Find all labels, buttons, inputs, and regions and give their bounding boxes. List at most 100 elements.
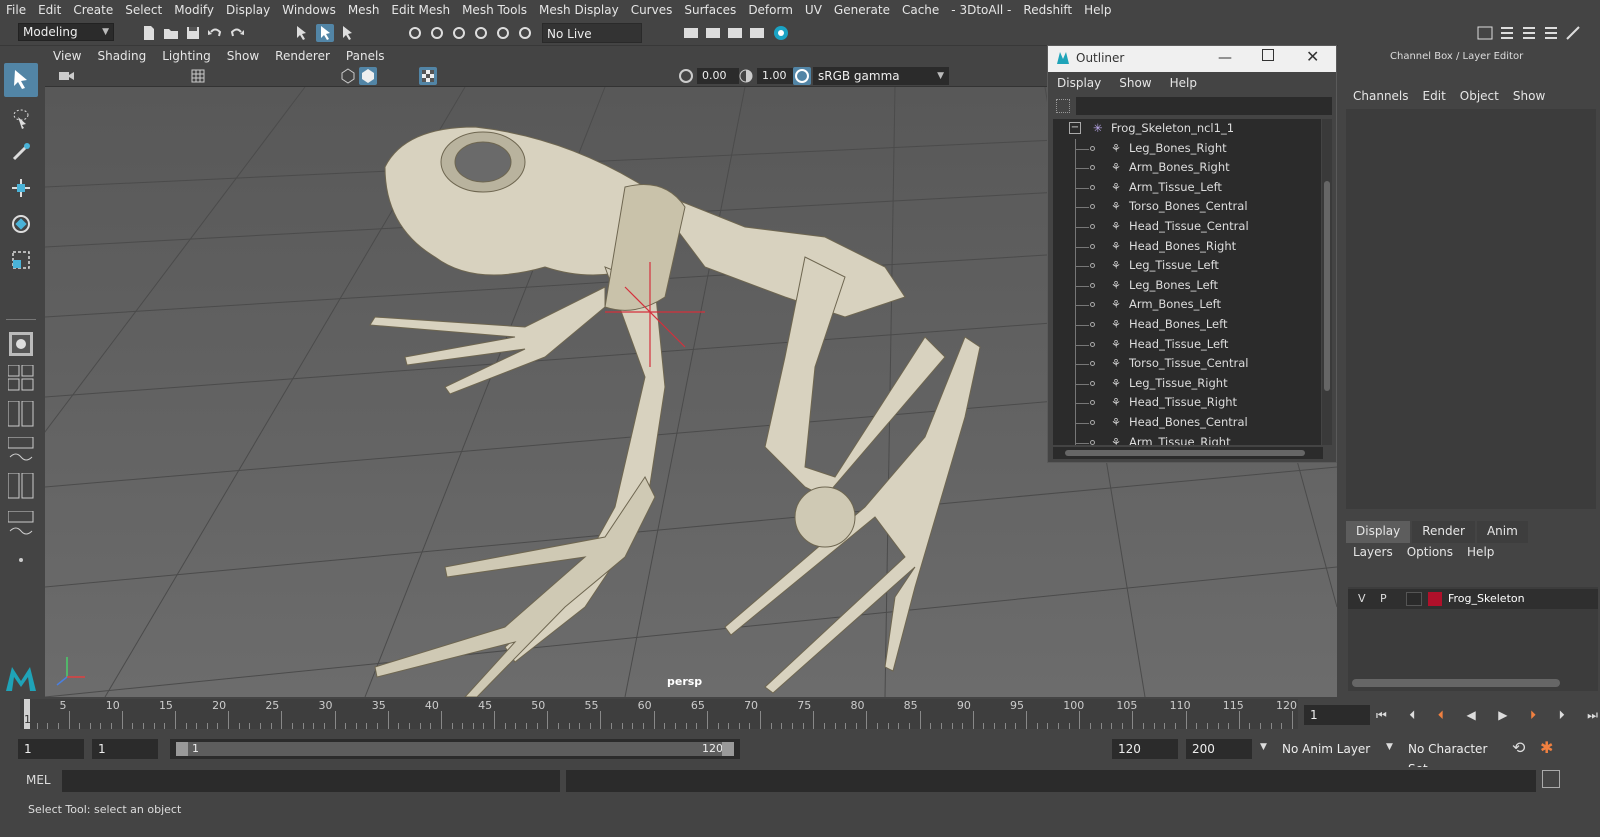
outliner-menu-help[interactable]: Help <box>1161 76 1206 90</box>
outliner-item[interactable]: ⚘ Leg_Bones_Left <box>1053 275 1321 296</box>
viewport-menu-show[interactable]: Show <box>219 49 267 63</box>
viewport-menu-panels[interactable]: Panels <box>338 49 393 63</box>
outliner-item[interactable]: ⚘ Torso_Bones_Central <box>1053 197 1321 218</box>
maximize-icon[interactable] <box>1262 49 1274 61</box>
anim-layer-select[interactable]: No Anim Layer <box>1276 739 1396 759</box>
outliner-graph-icon[interactable] <box>7 510 34 537</box>
layer-menu-layers[interactable]: Layers <box>1346 545 1400 559</box>
outliner-menu-show[interactable]: Show <box>1110 76 1160 90</box>
grid-toggle-icon[interactable] <box>189 67 207 85</box>
snap-projected-icon[interactable] <box>472 24 490 42</box>
character-set-select[interactable]: No Character Set <box>1402 739 1506 776</box>
play-forward-icon[interactable]: ▶ <box>1498 708 1507 722</box>
four-view-icon[interactable] <box>7 364 34 391</box>
menu-help[interactable]: Help <box>1078 3 1117 17</box>
outliner-item[interactable]: ⚘ Leg_Tissue_Left <box>1053 256 1321 277</box>
mel-label[interactable]: MEL <box>26 773 51 787</box>
menu-deform[interactable]: Deform <box>742 3 799 17</box>
outliner-item[interactable]: ⚘ Arm_Bones_Left <box>1053 295 1321 316</box>
anim-prefs-icon[interactable]: ✱ <box>1540 738 1553 757</box>
playback-start-field[interactable]: 1 <box>92 739 158 759</box>
expand-dot-icon[interactable] <box>1090 400 1095 406</box>
wireframe-icon[interactable] <box>339 67 357 85</box>
channel-menu-object[interactable]: Object <box>1453 89 1506 103</box>
menu-3dtoall[interactable]: - 3DtoAll - <box>945 3 1017 17</box>
side-by-side-icon[interactable] <box>7 400 34 427</box>
modeling-toolkit-icon[interactable] <box>1564 24 1582 42</box>
snap-grid-icon[interactable] <box>406 24 424 42</box>
filter-icon[interactable] <box>1056 99 1070 113</box>
menu-select[interactable]: Select <box>119 3 168 17</box>
render-frame-icon[interactable] <box>704 24 722 42</box>
snap-curve-icon[interactable] <box>428 24 446 42</box>
expand-dot-icon[interactable] <box>1090 263 1095 269</box>
tab-render[interactable]: Render <box>1412 521 1475 543</box>
channel-menu-show[interactable]: Show <box>1506 89 1552 103</box>
undo-icon[interactable] <box>206 24 224 42</box>
menu-cache[interactable]: Cache <box>896 3 945 17</box>
expand-dot-icon[interactable] <box>1090 322 1095 327</box>
menu-edit[interactable]: Edit <box>32 3 67 17</box>
range-start-grip[interactable] <box>176 742 188 756</box>
live-surface-field[interactable]: No Live Surface <box>542 23 642 61</box>
outliner-item[interactable]: ⚘ Arm_Tissue_Left <box>1053 177 1321 198</box>
menu-surfaces[interactable]: Surfaces <box>678 3 742 17</box>
scale-tool-icon[interactable] <box>4 243 38 277</box>
tab-display[interactable]: Display <box>1346 521 1411 543</box>
expand-dot-icon[interactable] <box>1090 420 1095 425</box>
expand-dot-icon[interactable] <box>1090 439 1095 445</box>
expand-dot-icon[interactable] <box>1090 243 1095 249</box>
menu-create[interactable]: Create <box>67 3 119 17</box>
tab-anim[interactable]: Anim <box>1476 521 1528 543</box>
make-live-icon[interactable] <box>516 24 534 42</box>
scrollbar-thumb[interactable] <box>1065 450 1305 456</box>
outliner-item[interactable]: ⚘ Head_Bones_Left <box>1053 315 1321 335</box>
layer-playback[interactable]: P <box>1380 592 1387 605</box>
range-handle[interactable]: 1 120 <box>176 742 734 756</box>
outliner-hscrollbar[interactable] <box>1053 447 1323 459</box>
expand-dot-icon[interactable] <box>1090 361 1095 367</box>
step-back-key-icon[interactable]: ⏴ <box>1438 708 1444 723</box>
animation-end-field[interactable]: 200 <box>1186 739 1252 759</box>
expand-dot-icon[interactable] <box>1090 204 1095 210</box>
collapse-icon[interactable]: − <box>1069 122 1081 134</box>
mode-selector[interactable]: Modeling ▼ <box>18 23 114 41</box>
select-tool-icon[interactable] <box>4 63 38 97</box>
step-forward-icon[interactable]: ⏵ <box>1559 708 1565 723</box>
viewport-menu-lighting[interactable]: Lighting <box>154 49 219 63</box>
ipr-render-icon[interactable] <box>726 24 744 42</box>
view-transform-select[interactable]: sRGB gamma ▼ <box>813 67 949 85</box>
viewport-menu-shading[interactable]: Shading <box>89 49 154 63</box>
range-end-grip[interactable] <box>722 742 734 756</box>
outliner-item[interactable]: ⚘ Head_Bones_Right <box>1053 236 1321 257</box>
render-settings-icon[interactable] <box>748 24 766 42</box>
persp-graph-icon[interactable] <box>7 436 34 463</box>
tool-settings-icon[interactable] <box>1520 24 1538 42</box>
layer-row[interactable]: V P Frog_Skeleton <box>1348 589 1598 609</box>
paint-select-icon[interactable] <box>4 135 38 169</box>
menu-display[interactable]: Display <box>220 3 276 17</box>
time-slider[interactable]: 5 10 15 20 25 30 35 40 45 50 55 60 65 70 75 80 85 90 95 100… <box>0 697 1600 733</box>
animation-start-field[interactable]: 1 <box>18 739 84 759</box>
outliner-item[interactable]: ⚘ Head_Tissue_Central <box>1053 217 1321 237</box>
menu-windows[interactable]: Windows <box>276 3 342 17</box>
exposure-field[interactable]: 0.00 <box>697 68 739 84</box>
outliner-vscrollbar[interactable] <box>1322 119 1332 445</box>
outliner-item[interactable]: ⚘ Head_Tissue_Left <box>1053 334 1321 355</box>
outliner-item[interactable]: ⚘ Head_Bones_Central <box>1053 413 1321 433</box>
channel-menu-channels[interactable]: Channels <box>1346 89 1416 103</box>
rotate-tool-icon[interactable] <box>4 207 38 241</box>
playback-end-field[interactable]: 120 <box>1112 739 1178 759</box>
minimize-icon[interactable]: — <box>1218 50 1232 66</box>
outliner-item[interactable]: ⚘ Arm_Bones_Right <box>1053 158 1321 179</box>
render-view-icon[interactable] <box>682 24 700 42</box>
smooth-shade-icon[interactable] <box>359 67 377 85</box>
channel-box-icon[interactable] <box>1542 24 1560 42</box>
select-object-icon[interactable] <box>316 24 334 42</box>
outliner-menu-display[interactable]: Display <box>1048 76 1110 90</box>
step-back-icon[interactable]: ⏴ <box>1409 708 1415 723</box>
layer-menu-options[interactable]: Options <box>1400 545 1460 559</box>
expand-dot-icon[interactable] <box>1090 165 1095 171</box>
single-view-icon[interactable] <box>4 327 38 361</box>
script-editor-icon[interactable] <box>1542 770 1560 788</box>
